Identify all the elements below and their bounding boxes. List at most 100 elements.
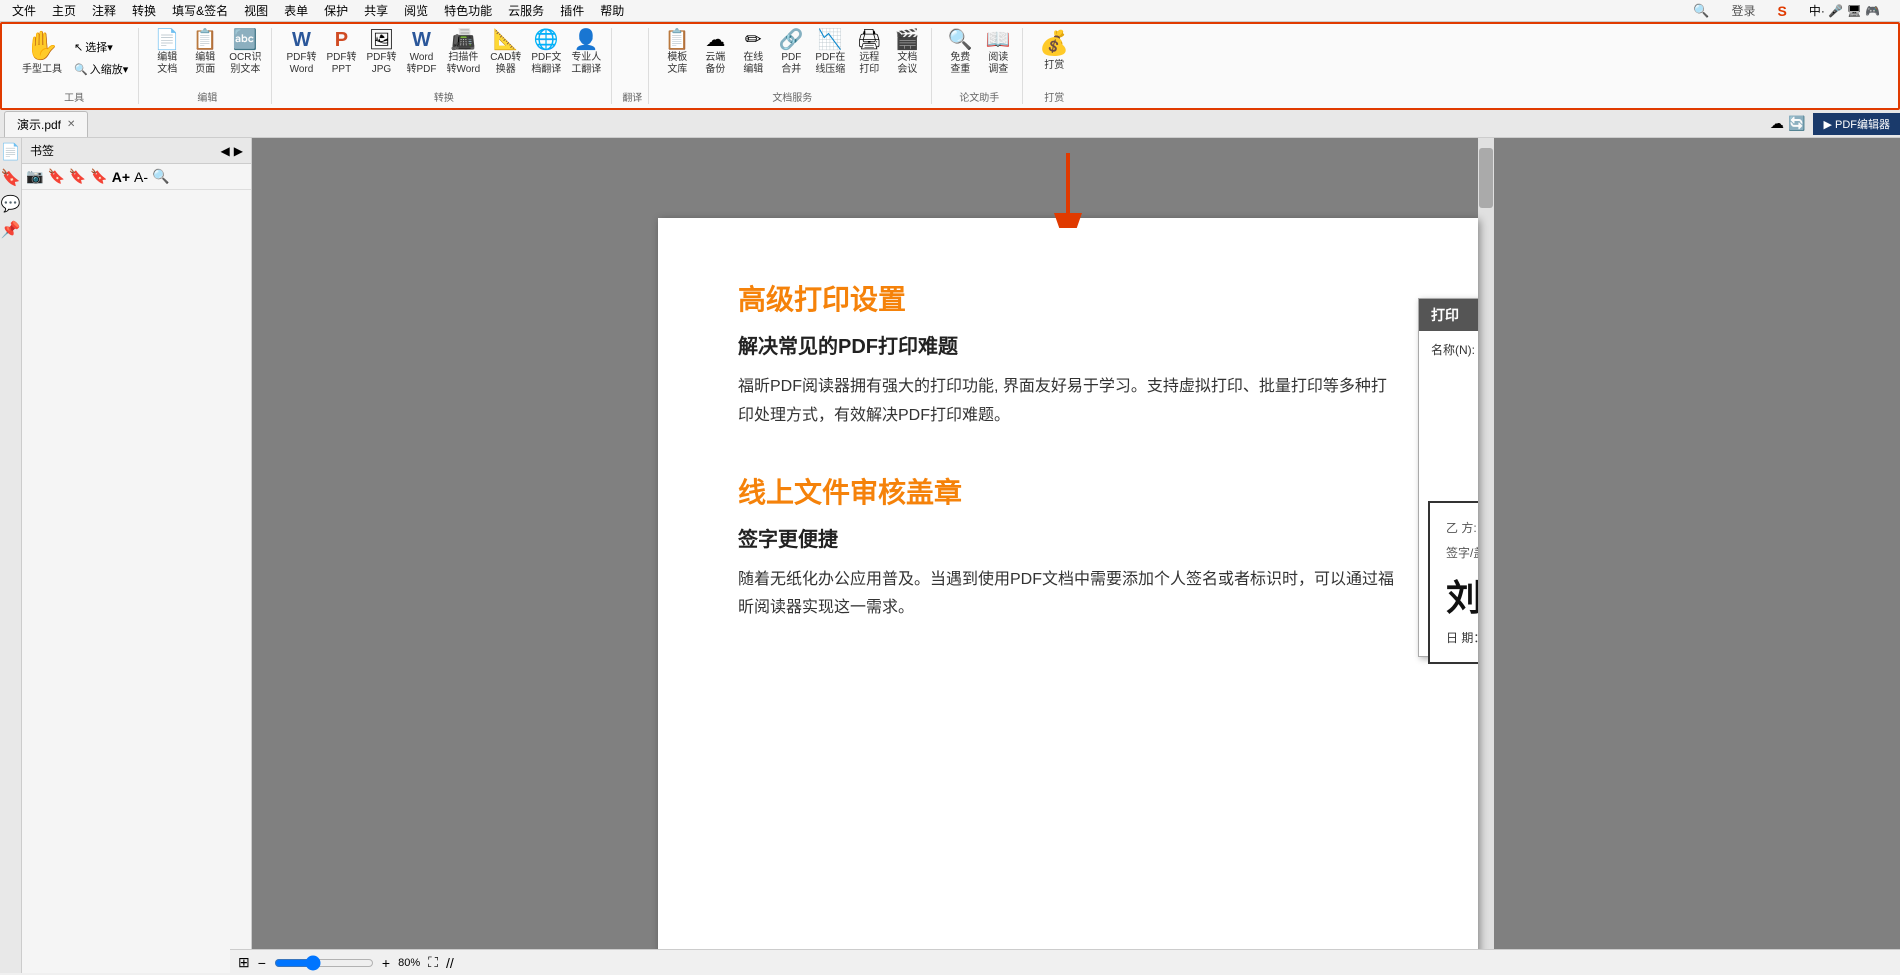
meeting-label: 文档会议 [897, 52, 917, 76]
pdf-word-label: PDF转Word [286, 52, 316, 76]
pdf-to-jpg-button[interactable]: 🖼 PDF转JPG [362, 28, 400, 78]
zoom-slider[interactable] [274, 955, 374, 971]
print-name-row: 名称(N): Foxit Reader PDF Printer Fax Foxi… [1431, 341, 1478, 525]
menu-convert[interactable]: 转换 [124, 0, 164, 21]
strip-comment-icon[interactable]: 💬 [1, 194, 21, 214]
scrollbar-thumb[interactable] [1479, 148, 1493, 208]
cad-convert-button[interactable]: 📐 CAD转换器 [486, 28, 525, 78]
section1-body: 福昕PDF阅读器拥有强大的打印功能, 界面友好易于学习。支持虚拟打印、批量打印等… [738, 373, 1398, 431]
online-edit-label: 在线编辑 [743, 52, 763, 76]
select-icon: ↖ [74, 41, 83, 54]
signature-date: 日 期： 2021 年 6 月 21 日 [1446, 629, 1478, 646]
strip-pin-icon[interactable]: 📌 [1, 220, 21, 240]
strip-bookmark-icon[interactable]: 🔖 [1, 168, 21, 188]
signature-name: 刘关张 [1446, 569, 1478, 621]
reward-button[interactable]: 💰 打赏 [1033, 28, 1075, 75]
menu-bar: 文件 主页 注释 转换 填写&签名 视图 表单 保护 共享 阅览 特色功能 云服… [0, 0, 1900, 22]
font-smaller-icon[interactable]: A- [134, 169, 148, 185]
handtool-button[interactable]: ✋ 手型工具 [16, 28, 68, 79]
pdf-to-ppt-button[interactable]: P PDF转PPT [322, 28, 360, 78]
scrollbar[interactable] [1478, 138, 1494, 973]
search-icon[interactable]: 🔍 [1685, 1, 1717, 21]
menu-browse[interactable]: 阅览 [396, 0, 436, 21]
pdf-ppt-icon: P [335, 30, 348, 50]
menu-special[interactable]: 特色功能 [436, 0, 500, 21]
bookmark-remove-icon[interactable]: 🔖 [69, 168, 86, 185]
menu-help[interactable]: 帮助 [592, 0, 632, 21]
paper-buttons: 🔍 免费查重 📖 阅读调查 [942, 28, 1016, 78]
select-button[interactable]: ↖ 选择▾ [70, 37, 132, 57]
menu-view[interactable]: 视图 [236, 0, 276, 21]
pdf-merge-button[interactable]: 🔗 PDF合并 [773, 28, 809, 78]
sidebar-nav-next[interactable]: ▶ [234, 144, 243, 158]
ocr-button[interactable]: 🔤 OCR识别文本 [225, 28, 265, 78]
menu-plugin[interactable]: 插件 [552, 0, 592, 21]
login-button[interactable]: 登录 [1724, 0, 1764, 21]
print-name-label: 名称(N): [1431, 341, 1478, 358]
handtool-label: 手型工具 [22, 60, 62, 75]
pdf-to-word-button[interactable]: W PDF转Word [282, 28, 320, 78]
remote-print-button[interactable]: 🖨 远程打印 [851, 28, 887, 78]
zoom-plus[interactable]: + [382, 955, 390, 971]
fit-icon[interactable]: ⊞ [238, 954, 250, 971]
cloud-backup-button[interactable]: ☁ 云端备份 [697, 28, 733, 78]
edit-doc-button[interactable]: 📄 编辑文档 [149, 28, 185, 78]
pdf-translate-button[interactable]: 🌐 PDF文档翻译 [527, 28, 565, 78]
online-edit-button[interactable]: ✏ 在线编辑 [735, 28, 771, 78]
zoom-button[interactable]: 🔍 入缩放▾ [70, 59, 132, 79]
cad-label: CAD转换器 [490, 52, 521, 76]
font-larger-icon[interactable]: A+ [112, 169, 130, 185]
remote-print-label: 远程打印 [859, 52, 879, 76]
toolbar-area: ✋ 手型工具 ↖ 选择▾ 🔍 入缩放▾ 工具 [0, 22, 1900, 110]
ribbon-section-translate: 翻译 [616, 28, 649, 104]
menu-annotate[interactable]: 注释 [84, 0, 124, 21]
bottom-bar: ⊞ − + 80% ⛶ // [230, 949, 1900, 975]
menu-file[interactable]: 文件 [4, 0, 44, 21]
bookmark-img-icon[interactable]: 📷 [26, 168, 43, 185]
pdf-editor-button[interactable]: ▶ PDF编辑器 [1813, 113, 1900, 135]
menu-protect[interactable]: 保护 [316, 0, 356, 21]
compress-icon: 📉 [818, 30, 843, 50]
translate-section-label: 翻译 [622, 89, 642, 104]
template-icon: 📋 [665, 30, 690, 50]
convert-section-label: 转换 [434, 89, 454, 104]
reading-survey-button[interactable]: 📖 阅读调查 [980, 28, 1016, 78]
section-sign: 线上文件审核盖章 签字更便捷 随着无纸化办公应用普及。当遇到使用PDF文档中需要… [738, 471, 1398, 624]
menu-home[interactable]: 主页 [44, 0, 84, 21]
tools-buttons: ✋ 手型工具 ↖ 选择▾ 🔍 入缩放▾ [16, 28, 132, 79]
ocr-label: OCR识别文本 [229, 52, 261, 76]
pro-translate-button[interactable]: 👤 专业人工翻译 [567, 28, 605, 78]
word-to-pdf-button[interactable]: W Word转PDF [402, 28, 440, 78]
reward-icon: 💰 [1039, 32, 1069, 56]
strip-page-icon[interactable]: 📄 [1, 142, 21, 162]
menu-fillsign[interactable]: 填写&签名 [164, 0, 236, 21]
pdf-jpg-icon: 🖼 [369, 30, 394, 50]
fullscreen-icon[interactable]: ⛶ [428, 954, 438, 971]
main-area: 📄 🔖 💬 📌 书签 ◀ ▶ 📷 🔖 🔖 🔖 A+ A- 🔍 [0, 138, 1900, 973]
doc-meeting-button[interactable]: 🎬 文档会议 [889, 28, 925, 78]
merge-label: PDF合并 [781, 52, 801, 76]
plagiarism-check-button[interactable]: 🔍 免费查重 [942, 28, 978, 78]
bookmark-nav-icon[interactable]: 🔖 [90, 168, 107, 185]
edit-page-button[interactable]: 📋 编辑页面 [187, 28, 223, 78]
search-bookmark-icon[interactable]: 🔍 [152, 168, 169, 185]
menu-cloud[interactable]: 云服务 [500, 0, 552, 21]
pdf-jpg-label: PDF转JPG [366, 52, 396, 76]
party-label: 乙 方: [1446, 519, 1478, 536]
menu-share[interactable]: 共享 [356, 0, 396, 21]
zoom-minus[interactable]: − [258, 955, 266, 971]
check-icon: 🔍 [948, 30, 973, 50]
menu-form[interactable]: 表单 [276, 0, 316, 21]
pdf-compress-button[interactable]: 📉 PDF在线压缩 [811, 28, 849, 78]
tab-demo-pdf[interactable]: 演示.pdf ✕ [4, 111, 88, 137]
sign-label: 签字/盖章： [1446, 544, 1478, 561]
scan-to-word-button[interactable]: 📠 扫描件转Word [442, 28, 484, 78]
top-right-area: 🔍 登录 S 中· 🎤 🖥 🎮 [1685, 0, 1896, 21]
tab-close-button[interactable]: ✕ [67, 119, 75, 130]
template-library-button[interactable]: 📋 模板文库 [659, 28, 695, 78]
sidebar-nav-prev[interactable]: ◀ [221, 144, 230, 158]
edit-doc-icon: 📄 [155, 30, 180, 50]
convert-buttons: W PDF转Word P PDF转PPT 🖼 PDF转JPG W Word转PD… [282, 28, 605, 78]
bookmark-add-icon[interactable]: 🔖 [47, 168, 64, 185]
edit-page-label: 编辑页面 [195, 52, 215, 76]
